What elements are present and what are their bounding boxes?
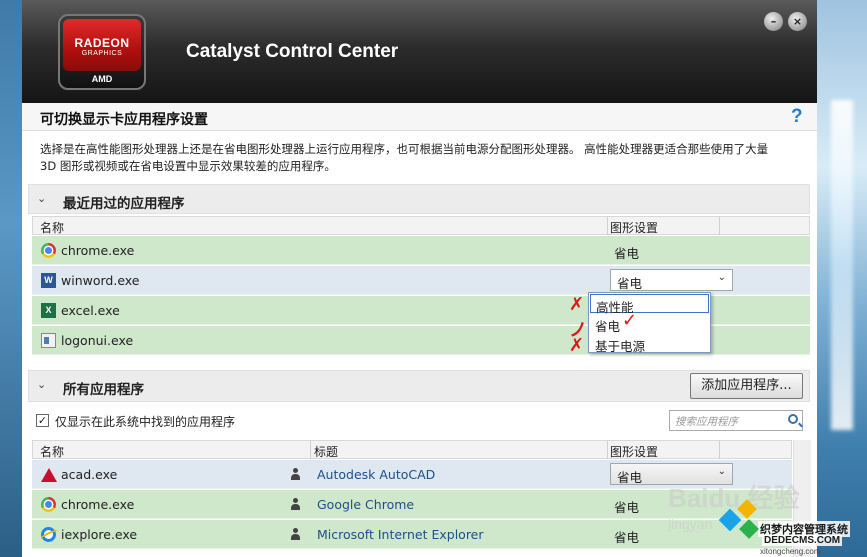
app-title: Catalyst Control Center	[186, 41, 399, 62]
graphics-setting-dropdown-list: 高性能 省电 基于电源	[588, 292, 711, 354]
autocad-icon	[41, 468, 57, 482]
only-found-checkbox[interactable]: ✓	[36, 414, 49, 427]
column-graphics[interactable]: 图形设置	[610, 443, 658, 460]
dedecms-watermark-url: DEDECMS.COM	[762, 535, 843, 546]
logonui-icon	[41, 333, 56, 348]
dedecms-logo-icon	[718, 499, 762, 540]
chrome-icon	[41, 497, 56, 512]
only-found-label: 仅显示在此系统中找到的应用程序	[55, 415, 236, 429]
graphics-setting-select[interactable]: 省电 ⌄	[610, 269, 733, 291]
search-icon[interactable]	[788, 414, 798, 424]
user-icon	[290, 468, 300, 480]
word-icon: W	[41, 273, 56, 288]
chevron-down-icon[interactable]: ⌄	[37, 378, 46, 391]
waterfall-image	[831, 100, 853, 430]
desktop-background-left	[0, 0, 22, 557]
page-title-bar: 可切换显示卡应用程序设置 ?	[22, 103, 817, 131]
page-title: 可切换显示卡应用程序设置	[40, 112, 208, 128]
recent-apps-header[interactable]: ⌄ 最近用过的应用程序	[28, 184, 810, 214]
column-name[interactable]: 名称	[40, 219, 64, 236]
option-based-on-power[interactable]: 基于电源	[590, 334, 709, 354]
option-power-saving[interactable]: 省电	[590, 314, 709, 334]
jingyan-watermark: jingyan	[668, 516, 713, 532]
table-header: 名称 图形设置	[32, 216, 810, 235]
help-icon[interactable]: ?	[791, 106, 803, 128]
annotation-check: ✓	[622, 310, 638, 331]
chevron-down-icon: ⌄	[717, 466, 726, 477]
column-name[interactable]: 名称	[40, 443, 64, 460]
minimize-button[interactable]: –	[764, 12, 783, 31]
chevron-down-icon[interactable]: ⌄	[37, 192, 46, 205]
search-input[interactable]: 搜索应用程序	[669, 410, 803, 431]
user-icon	[290, 528, 300, 540]
annotation-cross: ✗	[569, 294, 585, 315]
option-high-performance[interactable]: 高性能	[590, 294, 709, 315]
user-icon	[290, 498, 300, 510]
desktop-background-right	[817, 0, 867, 557]
annotation-cross: ✗	[569, 335, 585, 356]
chevron-down-icon: ⌄	[717, 272, 726, 283]
column-graphics[interactable]: 图形设置	[610, 219, 658, 236]
window-header: RADEON GRAPHICS AMD Catalyst Control Cen…	[22, 0, 817, 103]
close-button[interactable]: ×	[788, 12, 807, 31]
table-row[interactable]: W winword.exe 省电 ⌄	[32, 266, 810, 295]
page-description: 选择是在高性能图形处理器上还是在省电图形处理器上运行应用程序，也可根据当前电源分…	[40, 142, 769, 173]
chrome-icon	[41, 243, 56, 258]
radeon-logo: RADEON GRAPHICS AMD	[58, 14, 146, 90]
ie-icon	[41, 527, 56, 542]
xitong-watermark: xitongcheng.com	[760, 547, 821, 556]
column-title[interactable]: 标题	[314, 443, 338, 460]
excel-icon: X	[41, 303, 56, 318]
table-row[interactable]: chrome.exe 省电	[32, 236, 810, 265]
catalyst-window: RADEON GRAPHICS AMD Catalyst Control Cen…	[22, 0, 817, 557]
add-application-button[interactable]: 添加应用程序...	[690, 373, 803, 399]
table-header: 名称 标题 图形设置	[32, 440, 792, 459]
